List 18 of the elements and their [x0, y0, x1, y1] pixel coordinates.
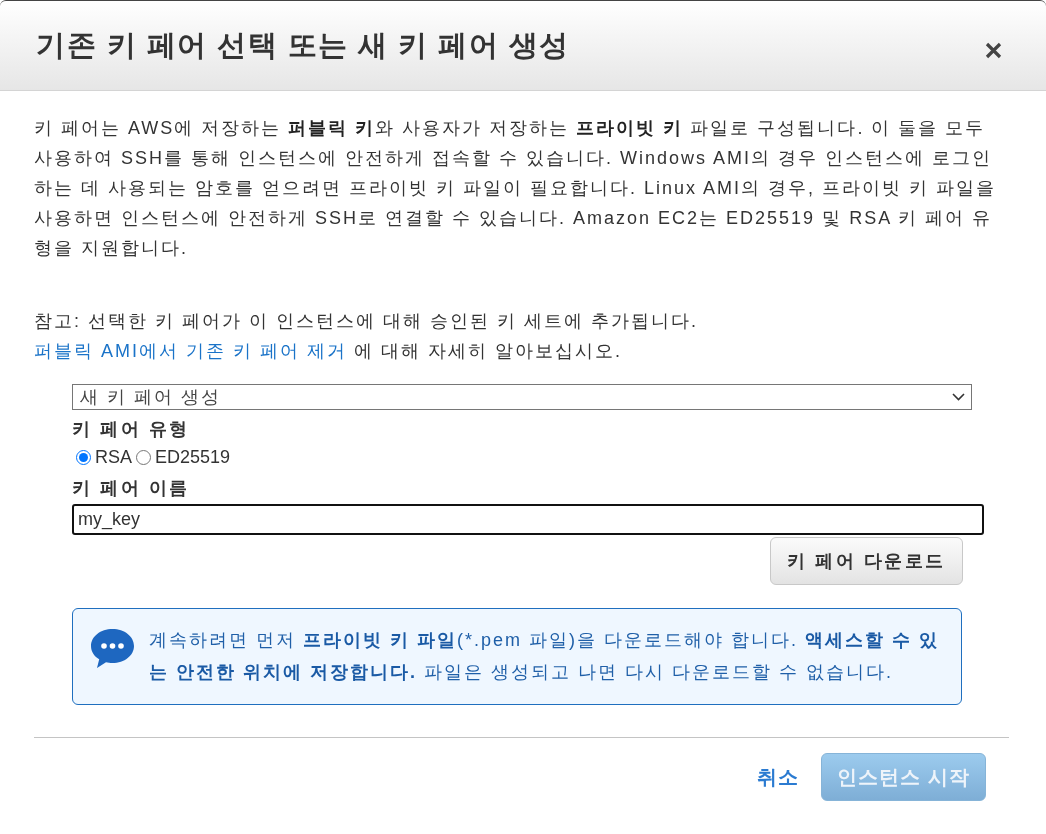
note-paragraph: 참고: 선택한 키 페어가 이 인스턴스에 대해 승인된 키 세트에 추가됩니다. 퍼블릭 AMI에서 기존 키 페어 제거 에 대해 자세히 알아보십시오. [34, 310, 699, 363]
key-name-label: 키 페어 이름 [72, 477, 191, 500]
info-message: 계속하려면 먼저 프라이빗 키 파일(*.pem 파일)을 다운로드해야 합니다. 액세스할 수 있는 안전한 위치에 저장합니다. 파일은 생성되고 나면 다시 다운로드할 수 없습니다. [149, 629, 941, 684]
speech-bubble-icon [90, 628, 135, 669]
chevron-down-icon [952, 393, 965, 401]
close-icon[interactable] [985, 42, 1002, 59]
radio-label: RSA [95, 446, 132, 469]
learn-more-link[interactable]: 퍼블릭 AMI에서 기존 키 페어 제거 [34, 341, 347, 361]
key-pair-dropdown[interactable]: 새 키 페어 생성 [72, 384, 972, 410]
dialog-title: 기존 키 페어 선택 또는 새 키 페어 생성 [36, 27, 570, 63]
description-paragraph: 키 페어는 AWS에 저장하는 퍼블릭 키와 사용자가 저장하는 프라이빗 키 파일로 구성됩니다. 이 둘을 모두 사용하여 SSH를 통해 인스턴스에 안전하게 접속할 수 있습니다. Windows AMI의 경우 인스턴스에 로그인하는 데 사용되는 암호를 얻으려면 프라이빗 키 파일이 필요합니다. Linux AMI의 경우, 프라이빗 키 파일을 사용하면 인스턴스에 안전하게 SSH로 연결할 수 있습니다. Amazon EC2는 ED25519 및 RSA 키 페어 유형을 지원합니다. [34, 117, 998, 260]
radio-button[interactable] [76, 449, 91, 465]
cancel-link[interactable]: 취소 [757, 763, 800, 791]
key-type-label: 키 페어 유형 [72, 418, 191, 441]
radio-button[interactable] [136, 449, 151, 465]
download-button[interactable]: 키 페어 다운로드 [770, 537, 963, 585]
radio-label: ED25519 [155, 446, 231, 469]
key-name-input[interactable]: my_key [72, 504, 984, 535]
